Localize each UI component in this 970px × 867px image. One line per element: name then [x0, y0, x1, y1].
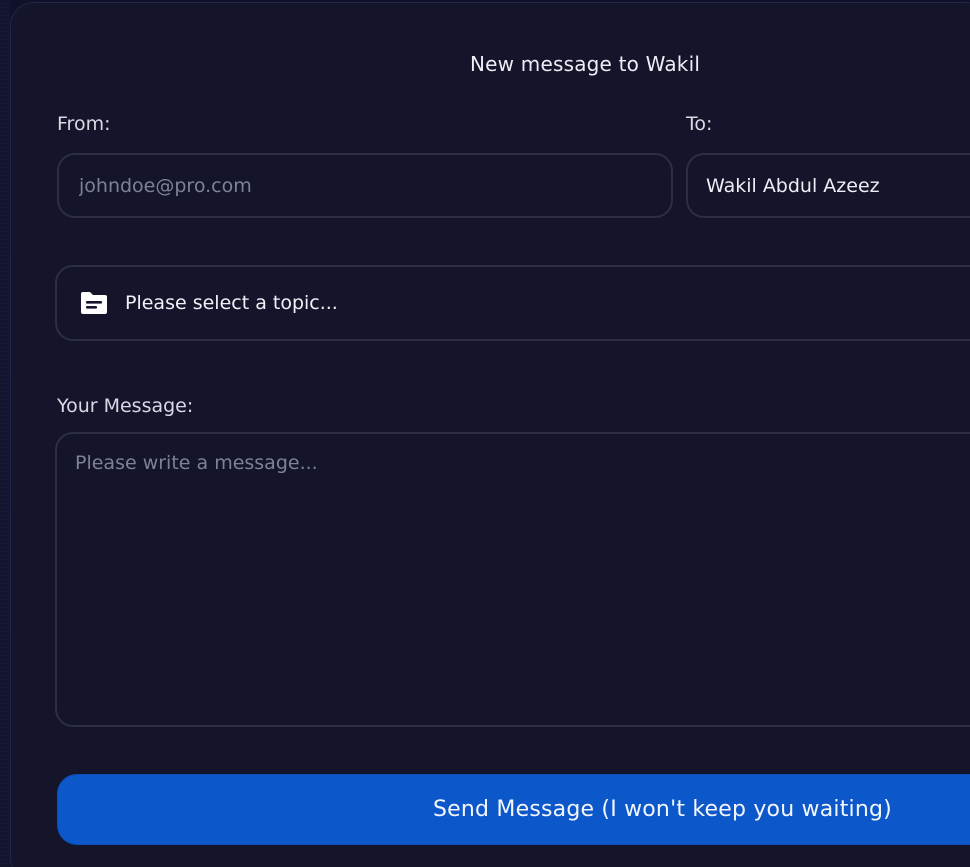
message-field[interactable]: [55, 432, 970, 727]
topic-select-text: Please select a topic...: [125, 292, 338, 314]
contact-page: New message to Wakil From: To: Please se…: [0, 0, 970, 867]
document-icon: [79, 290, 109, 316]
page-edge-decoration: [0, 0, 10, 867]
topic-select[interactable]: Please select a topic...: [55, 265, 970, 341]
from-field[interactable]: [57, 153, 673, 218]
message-textarea[interactable]: [75, 450, 970, 709]
from-label: From:: [57, 113, 111, 135]
form-title: New message to Wakil: [470, 52, 701, 76]
from-email-input[interactable]: [79, 174, 671, 197]
to-label: To:: [686, 113, 713, 135]
to-recipient-input[interactable]: [706, 174, 970, 197]
send-message-button[interactable]: Send Message (I won't keep you waiting): [57, 774, 970, 845]
message-label: Your Message:: [57, 395, 194, 417]
to-field[interactable]: [686, 153, 970, 218]
